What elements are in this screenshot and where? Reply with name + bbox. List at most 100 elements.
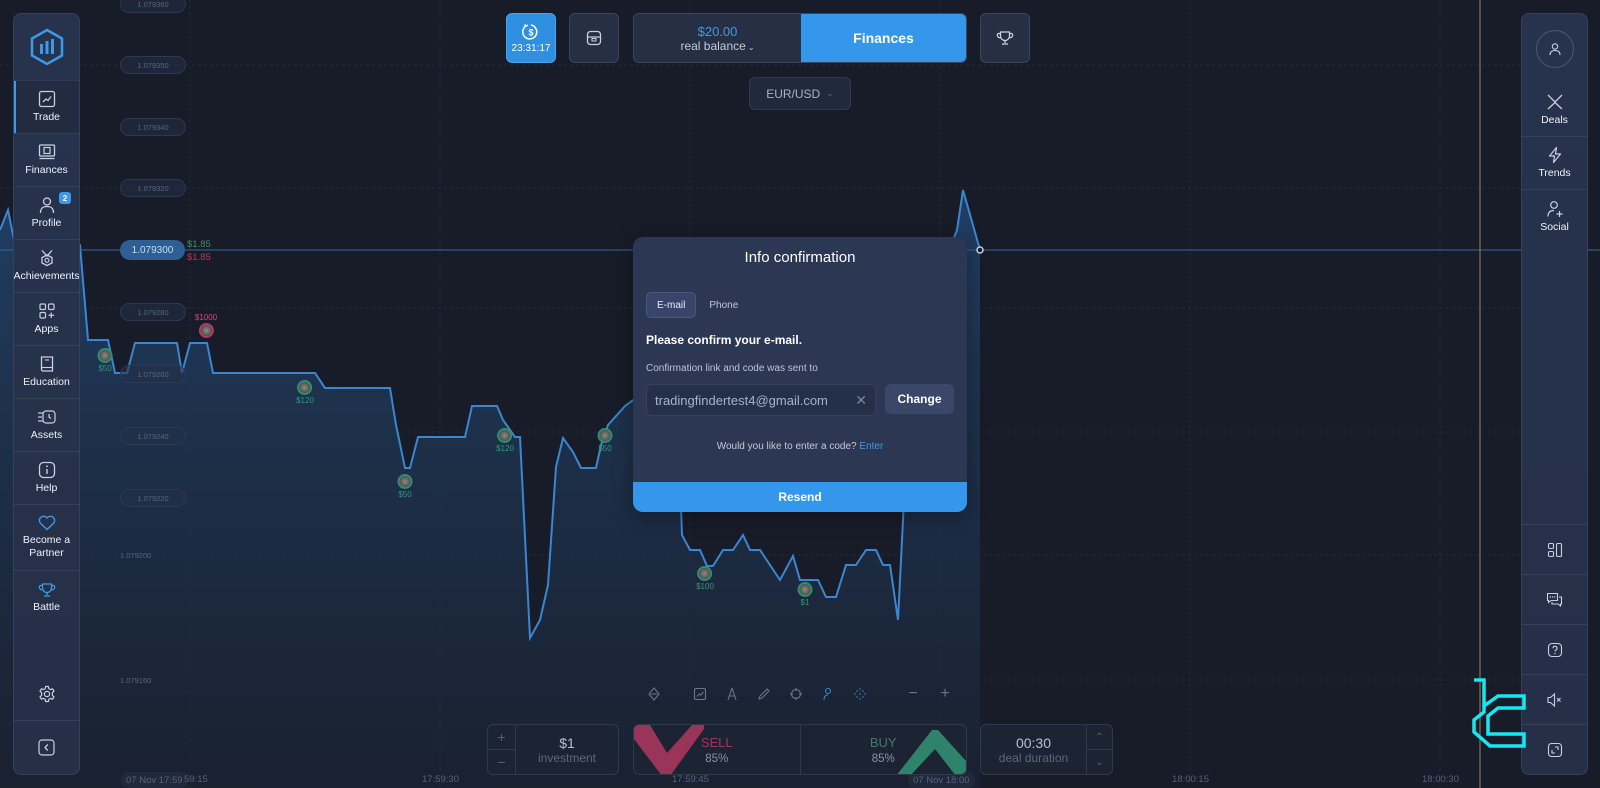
trader-avatar bbox=[697, 566, 713, 581]
increase-duration-button[interactable]: ⌃ bbox=[1087, 725, 1112, 750]
heart-icon bbox=[38, 515, 56, 531]
decrease-duration-button[interactable]: ⌄ bbox=[1087, 750, 1112, 774]
sidebar-item-social[interactable]: Social bbox=[1522, 190, 1587, 243]
info-confirmation-dialog: Info confirmation E-mail Phone Please co… bbox=[633, 237, 967, 512]
inventory-button[interactable] bbox=[569, 13, 619, 63]
chart-type-button[interactable] bbox=[684, 680, 716, 708]
cashback-icon: $ bbox=[522, 23, 538, 40]
zoom-out-button[interactable]: − bbox=[897, 680, 929, 708]
trader-marker[interactable]: $120 bbox=[296, 380, 314, 405]
trader-marker[interactable]: $50 bbox=[397, 474, 413, 499]
change-email-button[interactable]: Change bbox=[885, 384, 954, 414]
trader-marker[interactable]: $1 bbox=[797, 582, 813, 607]
duration-value-field[interactable]: 00:30 deal duration bbox=[981, 725, 1086, 774]
investment-value-field[interactable]: $1 investment bbox=[516, 725, 618, 774]
investment-input: + − $1 investment bbox=[487, 724, 619, 775]
time-axis-label: 18:00:15 bbox=[1172, 774, 1209, 785]
sidebar-item-label: Profile bbox=[31, 217, 62, 229]
balance-selector[interactable]: $20.00 real balance ⌄ bbox=[634, 14, 801, 62]
time-axis-label: 17:59:45 bbox=[672, 774, 709, 785]
email-input[interactable] bbox=[655, 392, 856, 408]
settings-button[interactable] bbox=[14, 668, 79, 721]
trader-marker[interactable]: $50 bbox=[97, 348, 113, 373]
deal-duration-input: 00:30 deal duration ⌃ ⌄ bbox=[980, 724, 1113, 775]
clear-icon[interactable]: ✕ bbox=[855, 392, 867, 409]
zoom-in-button[interactable]: + bbox=[929, 680, 961, 708]
buy-payout: 85% bbox=[871, 752, 895, 765]
collapse-sidebar-button[interactable] bbox=[14, 721, 79, 774]
trader-marker[interactable]: $50 bbox=[597, 428, 613, 453]
question-icon bbox=[1547, 642, 1562, 657]
tournaments-button[interactable] bbox=[980, 13, 1030, 63]
sidebar-item-help[interactable]: Help bbox=[14, 452, 79, 505]
lightning-icon bbox=[1548, 146, 1561, 164]
tab-email[interactable]: E-mail bbox=[646, 292, 697, 318]
sell-button[interactable]: SELL 85% bbox=[634, 725, 801, 774]
resend-button[interactable]: Resend bbox=[633, 482, 967, 512]
time-axis-label: 59:15 bbox=[184, 774, 208, 785]
enter-code-link[interactable]: Enter bbox=[859, 441, 883, 452]
clock-list-icon bbox=[37, 408, 57, 426]
trader-marker[interactable]: $1000 bbox=[195, 313, 217, 338]
watermark-logo bbox=[1472, 678, 1526, 748]
investment-value: $1 bbox=[559, 734, 575, 751]
investment-stepper: + − bbox=[488, 725, 516, 774]
sidebar-item-education[interactable]: Education bbox=[14, 346, 79, 399]
trader-marker[interactable]: $120 bbox=[496, 428, 514, 453]
finances-button[interactable]: Finances bbox=[801, 14, 966, 62]
chart-line-icon bbox=[38, 90, 56, 108]
decrease-investment-button[interactable]: − bbox=[488, 750, 515, 774]
layout-button[interactable] bbox=[1522, 524, 1587, 574]
asset-pair-select[interactable]: EUR/USD ⌄ bbox=[749, 77, 851, 110]
gear-icon bbox=[38, 685, 55, 703]
marker-amount: $100 bbox=[696, 582, 714, 591]
account-avatar[interactable] bbox=[1522, 14, 1587, 84]
arrow-up-icon bbox=[897, 730, 966, 774]
sidebar-item-become-partner[interactable]: Become a Partner bbox=[14, 505, 79, 571]
drawing-toolbar bbox=[684, 680, 876, 708]
cashback-timer-button[interactable]: $ 23:31:17 bbox=[506, 13, 556, 63]
sidebar-item-label: Help bbox=[35, 482, 58, 494]
right-sidebar: Deals Trends Social bbox=[1521, 13, 1588, 775]
indicator-button[interactable] bbox=[638, 680, 670, 708]
help-button[interactable] bbox=[1522, 624, 1587, 674]
chevron-down-icon: ⌄ bbox=[826, 88, 834, 98]
payout-down-label: $1.85 bbox=[187, 252, 211, 263]
price-axis-label: 1.079220 bbox=[120, 489, 186, 507]
sidebar-item-label: Finances bbox=[25, 164, 68, 176]
heatmap-button[interactable] bbox=[844, 680, 876, 708]
medal-icon bbox=[38, 249, 56, 267]
trader-marker[interactable]: $100 bbox=[696, 566, 714, 591]
crosshair-button[interactable] bbox=[780, 680, 812, 708]
sidebar-item-apps[interactable]: Apps bbox=[14, 293, 79, 346]
increase-investment-button[interactable]: + bbox=[488, 725, 515, 750]
tab-phone[interactable]: Phone bbox=[699, 292, 748, 318]
buy-button[interactable]: BUY 85% bbox=[801, 725, 966, 774]
fullscreen-button[interactable] bbox=[1522, 724, 1587, 774]
current-price-dot bbox=[976, 246, 984, 254]
sidebar-item-trade[interactable]: Trade bbox=[14, 81, 79, 134]
sidebar-item-deals[interactable]: Deals bbox=[1522, 84, 1587, 137]
sound-toggle-button[interactable] bbox=[1522, 674, 1587, 724]
sidebar-item-achievements[interactable]: Achievements bbox=[14, 240, 79, 293]
draw-button[interactable] bbox=[748, 680, 780, 708]
sidebar-item-finances[interactable]: Finances bbox=[14, 134, 79, 187]
logo[interactable] bbox=[14, 14, 79, 81]
chat-button[interactable] bbox=[1522, 574, 1587, 624]
balance-label: real balance bbox=[680, 38, 746, 53]
trophy-icon bbox=[996, 31, 1014, 45]
sidebar-item-label: Achievements bbox=[13, 270, 80, 282]
sidebar-item-trends[interactable]: Trends bbox=[1522, 137, 1587, 190]
indicators-button[interactable] bbox=[716, 680, 748, 708]
sidebar-item-label: Assets bbox=[30, 429, 63, 441]
left-sidebar: Trade Finances Profile 2 Achievements Ap… bbox=[13, 13, 80, 775]
marker-amount: $50 bbox=[398, 490, 412, 499]
time-axis-label: 18:00:30 bbox=[1422, 774, 1459, 785]
sidebar-item-battle[interactable]: Battle bbox=[14, 571, 79, 624]
sidebar-item-profile[interactable]: Profile 2 bbox=[14, 187, 79, 240]
sidebar-item-assets[interactable]: Assets bbox=[14, 399, 79, 452]
sidebar-bottom bbox=[14, 668, 79, 774]
chart-line-icon bbox=[693, 687, 707, 701]
social-trading-button[interactable] bbox=[812, 680, 844, 708]
marker-amount: $1000 bbox=[194, 313, 218, 322]
